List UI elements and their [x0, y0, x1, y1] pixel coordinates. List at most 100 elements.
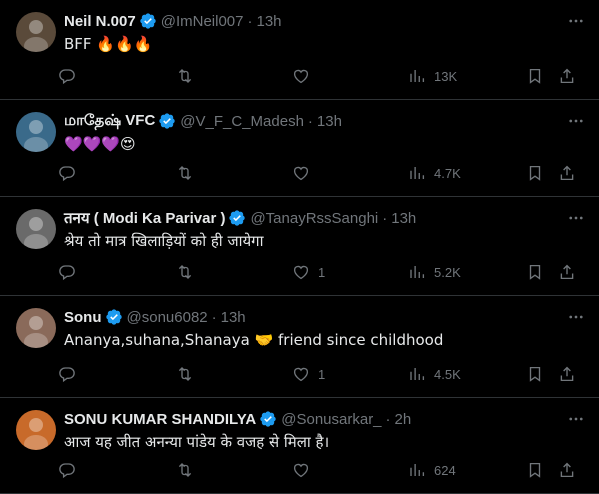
author-name[interactable]: Neil N.007	[64, 13, 136, 30]
separator-dot: ·	[211, 308, 217, 326]
timestamp[interactable]: 13h	[317, 113, 342, 130]
action-bar: 4.7K	[58, 160, 585, 186]
tweet-text: BFF 🔥🔥🔥	[64, 35, 153, 53]
author-name[interactable]: SONU KUMAR SHANDILYA	[64, 411, 256, 428]
share-button[interactable]	[558, 361, 576, 387]
retweet-icon	[178, 265, 192, 279]
avatar[interactable]	[16, 209, 56, 249]
tweet-header: तनय ( Modi Ka Parivar ) @TanayRssSanghi …	[64, 208, 559, 228]
tweet[interactable]: Neil N.007 @ImNeil007 · 13h BFF 🔥🔥🔥 13K	[0, 0, 599, 100]
tweet[interactable]: तनय ( Modi Ka Parivar ) @TanayRssSanghi …	[0, 197, 599, 296]
views-button[interactable]: 624	[408, 457, 456, 483]
avatar[interactable]	[16, 308, 56, 348]
bookmark-button[interactable]	[526, 457, 544, 483]
retweet-icon	[178, 463, 192, 477]
tweet[interactable]: Sonu @sonu6082 · 13h Ananya,suhana,Shana…	[0, 296, 599, 398]
avatar[interactable]	[16, 112, 56, 152]
bookmark-icon	[529, 462, 541, 478]
views-button[interactable]: 5.2K	[408, 259, 461, 285]
timestamp[interactable]: 13h	[221, 309, 246, 326]
action-bar: 1 4.5K	[58, 361, 585, 387]
reply-icon	[59, 463, 75, 479]
reply-button[interactable]	[58, 361, 84, 387]
share-button[interactable]	[558, 259, 576, 285]
more-icon[interactable]	[565, 308, 587, 326]
author-handle[interactable]: @Sonusarkar_	[281, 411, 381, 428]
reply-icon	[59, 166, 75, 182]
timeline: Neil N.007 @ImNeil007 · 13h BFF 🔥🔥🔥 13K …	[0, 0, 599, 494]
share-icon	[560, 366, 574, 382]
separator-dot: ·	[247, 12, 253, 30]
share-button[interactable]	[558, 457, 576, 483]
bookmark-icon	[529, 68, 541, 84]
like-icon	[293, 367, 309, 382]
more-icon[interactable]	[565, 209, 587, 227]
views-button[interactable]: 4.5K	[408, 361, 461, 387]
like-button[interactable]	[292, 457, 318, 483]
author-name[interactable]: तनय ( Modi Ka Parivar )	[64, 208, 225, 228]
like-button[interactable]	[292, 63, 318, 89]
reply-button[interactable]	[58, 457, 84, 483]
share-button[interactable]	[558, 160, 576, 186]
more-icon[interactable]	[565, 112, 587, 130]
retweet-button[interactable]	[176, 63, 202, 89]
verified-badge-icon	[139, 12, 157, 30]
share-icon	[560, 462, 574, 478]
tweet[interactable]: மாதேஷ் VFC @V_F_C_Madesh · 13h 💜💜💜😍 4.7K	[0, 100, 599, 197]
author-handle[interactable]: @TanayRssSanghi	[250, 210, 378, 227]
tweet-header: Neil N.007 @ImNeil007 · 13h	[64, 11, 559, 31]
like-button[interactable]	[292, 160, 318, 186]
reply-icon	[59, 69, 75, 85]
like-button[interactable]: 1	[292, 259, 325, 285]
action-bar: 13K	[58, 63, 585, 89]
retweet-button[interactable]	[176, 361, 202, 387]
timestamp[interactable]: 13h	[391, 210, 416, 227]
bookmark-button[interactable]	[526, 361, 544, 387]
author-handle[interactable]: @V_F_C_Madesh	[180, 113, 304, 130]
avatar[interactable]	[16, 410, 56, 450]
tweet[interactable]: SONU KUMAR SHANDILYA @Sonusarkar_ · 2h आ…	[0, 398, 599, 494]
reply-icon	[59, 367, 75, 383]
tweet-text: श्रेय तो मात्र खिलाड़ियों को ही जायेगा	[64, 232, 264, 250]
retweet-button[interactable]	[176, 259, 202, 285]
views-icon	[410, 464, 425, 476]
views-button[interactable]: 4.7K	[408, 160, 461, 186]
tweet-header: மாதேஷ் VFC @V_F_C_Madesh · 13h	[64, 111, 559, 131]
views-button[interactable]: 13K	[408, 63, 457, 89]
timestamp[interactable]: 2h	[395, 411, 412, 428]
retweet-button[interactable]	[176, 457, 202, 483]
reply-button[interactable]	[58, 259, 84, 285]
tweet-header: Sonu @sonu6082 · 13h	[64, 307, 559, 327]
author-name[interactable]: மாதேஷ் VFC	[64, 112, 155, 131]
more-icon[interactable]	[565, 12, 587, 30]
reply-button[interactable]	[58, 160, 84, 186]
action-bar: 624	[58, 457, 585, 483]
tweet-text: 💜💜💜😍	[64, 135, 136, 153]
separator-dot: ·	[385, 410, 391, 428]
retweet-button[interactable]	[176, 160, 202, 186]
author-handle[interactable]: @sonu6082	[127, 309, 208, 326]
avatar[interactable]	[16, 12, 56, 52]
share-icon	[560, 264, 574, 280]
views-icon	[410, 368, 425, 380]
reply-button[interactable]	[58, 63, 84, 89]
bookmark-button[interactable]	[526, 63, 544, 89]
like-button[interactable]: 1	[292, 361, 325, 387]
retweet-icon	[178, 166, 192, 180]
like-icon	[293, 265, 309, 280]
views-icon	[410, 266, 425, 278]
share-button[interactable]	[558, 63, 576, 89]
more-icon[interactable]	[565, 410, 587, 428]
verified-badge-icon	[158, 112, 176, 130]
author-name[interactable]: Sonu	[64, 309, 102, 326]
views-icon	[410, 70, 425, 82]
tweet-header: SONU KUMAR SHANDILYA @Sonusarkar_ · 2h	[64, 409, 559, 429]
views-count: 13K	[434, 68, 458, 84]
reply-icon	[59, 265, 75, 281]
bookmark-button[interactable]	[526, 259, 544, 285]
views-count: 4.5K	[434, 366, 461, 382]
bookmark-icon	[529, 165, 541, 181]
bookmark-button[interactable]	[526, 160, 544, 186]
author-handle[interactable]: @ImNeil007	[161, 13, 244, 30]
timestamp[interactable]: 13h	[256, 13, 281, 30]
